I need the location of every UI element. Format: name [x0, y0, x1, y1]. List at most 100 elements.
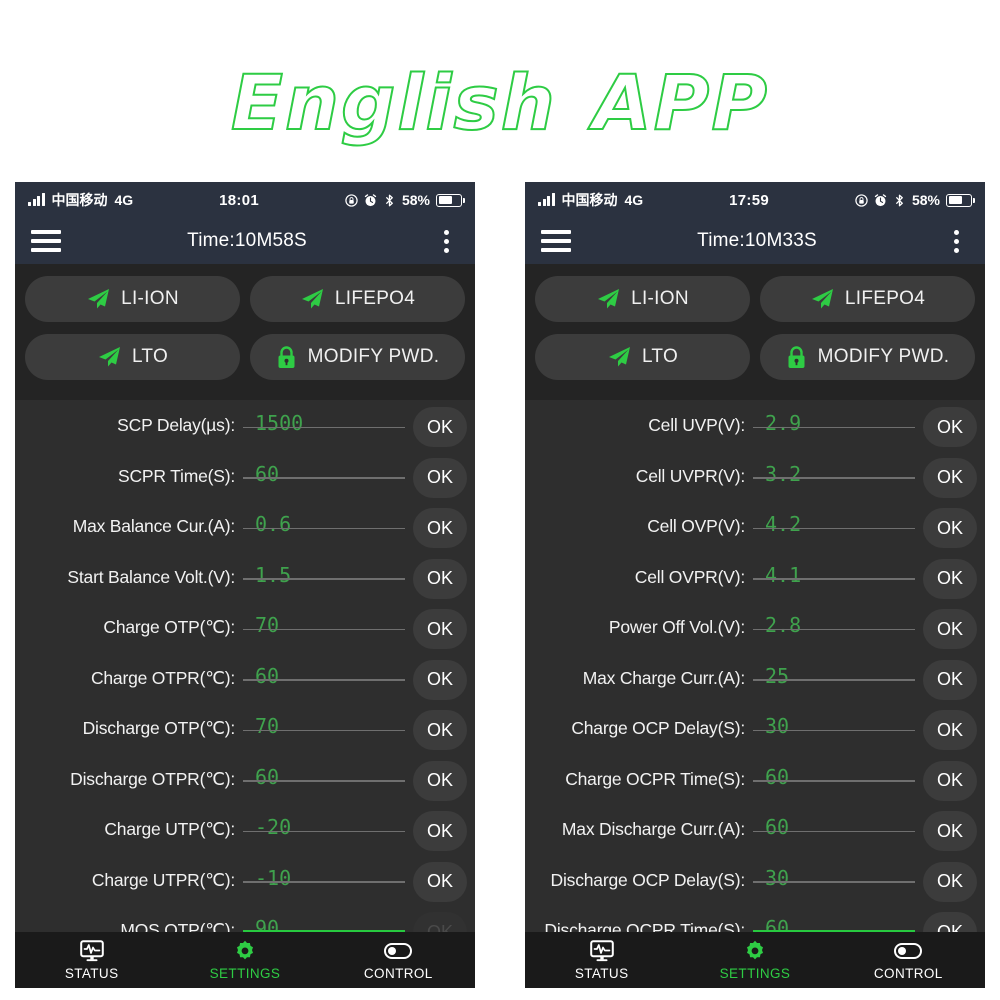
setting-ok-button[interactable]: OK [923, 760, 977, 801]
setting-value[interactable]: 60 [753, 814, 917, 840]
setting-field[interactable]: 60 [753, 808, 917, 840]
battery-type-button-lifepo4[interactable]: LIFEPO4 [250, 276, 465, 322]
setting-value[interactable]: -10 [243, 865, 407, 891]
setting-field[interactable]: 0.6 [243, 505, 407, 537]
nav-item-status[interactable]: STATUS [15, 939, 168, 981]
setting-field[interactable]: 2.8 [753, 606, 917, 638]
setting-field[interactable]: 25 [753, 657, 917, 689]
setting-ok-button[interactable]: OK [413, 659, 467, 700]
setting-row: Charge OTPR(℃): 60 OK [15, 657, 475, 708]
setting-field[interactable]: -10 [243, 859, 407, 891]
setting-value[interactable]: 70 [243, 713, 407, 739]
setting-ok-button[interactable]: OK [413, 508, 467, 548]
setting-value[interactable]: -20 [243, 814, 407, 840]
setting-ok-button[interactable]: OK [923, 659, 977, 700]
setting-label: Charge OTP(℃): [103, 617, 235, 637]
setting-ok-button[interactable]: OK [413, 861, 467, 902]
setting-value[interactable]: 0.6 [243, 511, 407, 537]
setting-field[interactable]: 70 [243, 606, 407, 638]
setting-ok-button[interactable]: OK [923, 558, 977, 599]
setting-field[interactable]: 70 [243, 707, 407, 739]
setting-ok-button[interactable]: OK [413, 609, 467, 649]
setting-label: Start Balance Volt.(V): [67, 566, 235, 587]
setting-ok-button[interactable]: OK [413, 457, 467, 498]
battery-type-button-li-ion[interactable]: LI-ION [25, 276, 240, 322]
title-part-2: APP [592, 57, 770, 148]
setting-field[interactable]: 60 [243, 657, 407, 689]
nav-item-control[interactable]: CONTROL [832, 939, 985, 981]
setting-value[interactable]: 1.5 [243, 562, 407, 588]
settings-list[interactable]: Cell UVP(V): 2.9 OK Cell UVPR(V): 3.2 OK Cell … [525, 400, 985, 988]
setting-field[interactable]: 1.5 [243, 556, 407, 588]
setting-field[interactable]: -20 [243, 808, 407, 840]
setting-ok-button[interactable]: OK [413, 710, 467, 750]
setting-ok-button[interactable]: OK [923, 407, 977, 447]
paper-plane-icon [98, 347, 120, 367]
setting-field[interactable]: 60 [243, 758, 407, 790]
setting-field[interactable]: 60 [243, 455, 407, 487]
setting-field[interactable]: 2.9 [753, 404, 917, 436]
setting-field[interactable]: 60 [753, 758, 917, 790]
battery-type-button-modify-pwd[interactable]: MODIFY PWD. [250, 334, 465, 380]
hamburger-icon[interactable] [541, 230, 571, 252]
setting-value[interactable]: 60 [753, 764, 917, 790]
toggle-switch-icon [894, 943, 923, 959]
nav-item-status[interactable]: STATUS [525, 939, 678, 981]
setting-ok-button[interactable]: OK [923, 508, 977, 548]
nav-item-settings[interactable]: SETTINGS [678, 939, 831, 981]
setting-ok-button[interactable]: OK [413, 760, 467, 801]
battery-type-button-modify-pwd[interactable]: MODIFY PWD. [760, 334, 975, 380]
kebab-menu-icon[interactable] [943, 229, 969, 253]
setting-ok-button[interactable]: OK [413, 811, 467, 851]
setting-value[interactable]: 2.9 [753, 410, 917, 436]
setting-ok-button[interactable]: OK [923, 457, 977, 498]
hamburger-icon[interactable] [31, 230, 61, 252]
setting-value[interactable]: 60 [243, 764, 407, 790]
kebab-menu-icon[interactable] [433, 229, 459, 253]
setting-value[interactable]: 3.2 [753, 461, 917, 487]
setting-field[interactable]: 30 [753, 859, 917, 891]
setting-ok-button[interactable]: OK [413, 558, 467, 599]
setting-row: Cell UVP(V): 2.9 OK [525, 404, 985, 455]
setting-value[interactable]: 4.1 [753, 562, 917, 588]
network-type-label: 4G [624, 192, 644, 208]
setting-label: Power Off Vol.(V): [608, 617, 745, 637]
setting-value[interactable]: 25 [753, 663, 917, 689]
nav-item-label: CONTROL [363, 966, 433, 981]
battery-type-button-lto[interactable]: LTO [535, 334, 750, 380]
setting-value[interactable]: 2.8 [753, 612, 917, 638]
nav-item-control[interactable]: CONTROL [322, 939, 475, 981]
setting-field[interactable]: 3.2 [753, 455, 917, 487]
setting-ok-button[interactable]: OK [923, 609, 977, 649]
setting-field[interactable]: 4.2 [753, 505, 917, 537]
setting-field[interactable]: 4.1 [753, 556, 917, 588]
page-title-text: English APP [230, 57, 770, 148]
setting-value[interactable]: 4.2 [753, 511, 917, 537]
setting-ok-button[interactable]: OK [923, 861, 977, 902]
setting-value[interactable]: 1500 [243, 410, 407, 436]
setting-label: Charge OCPR Time(S): [565, 768, 745, 789]
setting-ok-button[interactable]: OK [923, 710, 977, 750]
monitor-waveform-icon [79, 939, 104, 963]
monitor-waveform-icon [589, 940, 614, 962]
battery-type-label: MODIFY PWD. [817, 346, 950, 367]
battery-type-button-lifepo4[interactable]: LIFEPO4 [760, 276, 975, 322]
setting-ok-button[interactable]: OK [413, 407, 467, 447]
setting-value[interactable]: 30 [753, 713, 917, 739]
battery-type-button-li-ion[interactable]: LI-ION [535, 276, 750, 322]
nav-item-settings[interactable]: SETTINGS [168, 939, 321, 981]
setting-field[interactable]: 30 [753, 707, 917, 739]
battery-type-button-lto[interactable]: LTO [25, 334, 240, 380]
setting-value[interactable]: 70 [243, 612, 407, 638]
paper-plane-icon [811, 289, 833, 309]
setting-ok-button[interactable]: OK [923, 811, 977, 851]
field-underline [753, 426, 915, 428]
setting-value[interactable]: 60 [243, 663, 407, 689]
setting-field[interactable]: 1500 [243, 404, 407, 436]
settings-list[interactable]: SCP Delay(µs): 1500 OK SCPR Time(S): 60 OK Max… [15, 400, 475, 988]
setting-value[interactable]: 60 [243, 461, 407, 487]
setting-value[interactable]: 30 [753, 865, 917, 891]
bluetooth-icon [383, 194, 396, 207]
battery-type-grid: LI-ION LIFEPO4 LTO MODIFY PWD. [525, 264, 985, 388]
setting-label: Max Balance Cur.(A): [72, 516, 236, 536]
